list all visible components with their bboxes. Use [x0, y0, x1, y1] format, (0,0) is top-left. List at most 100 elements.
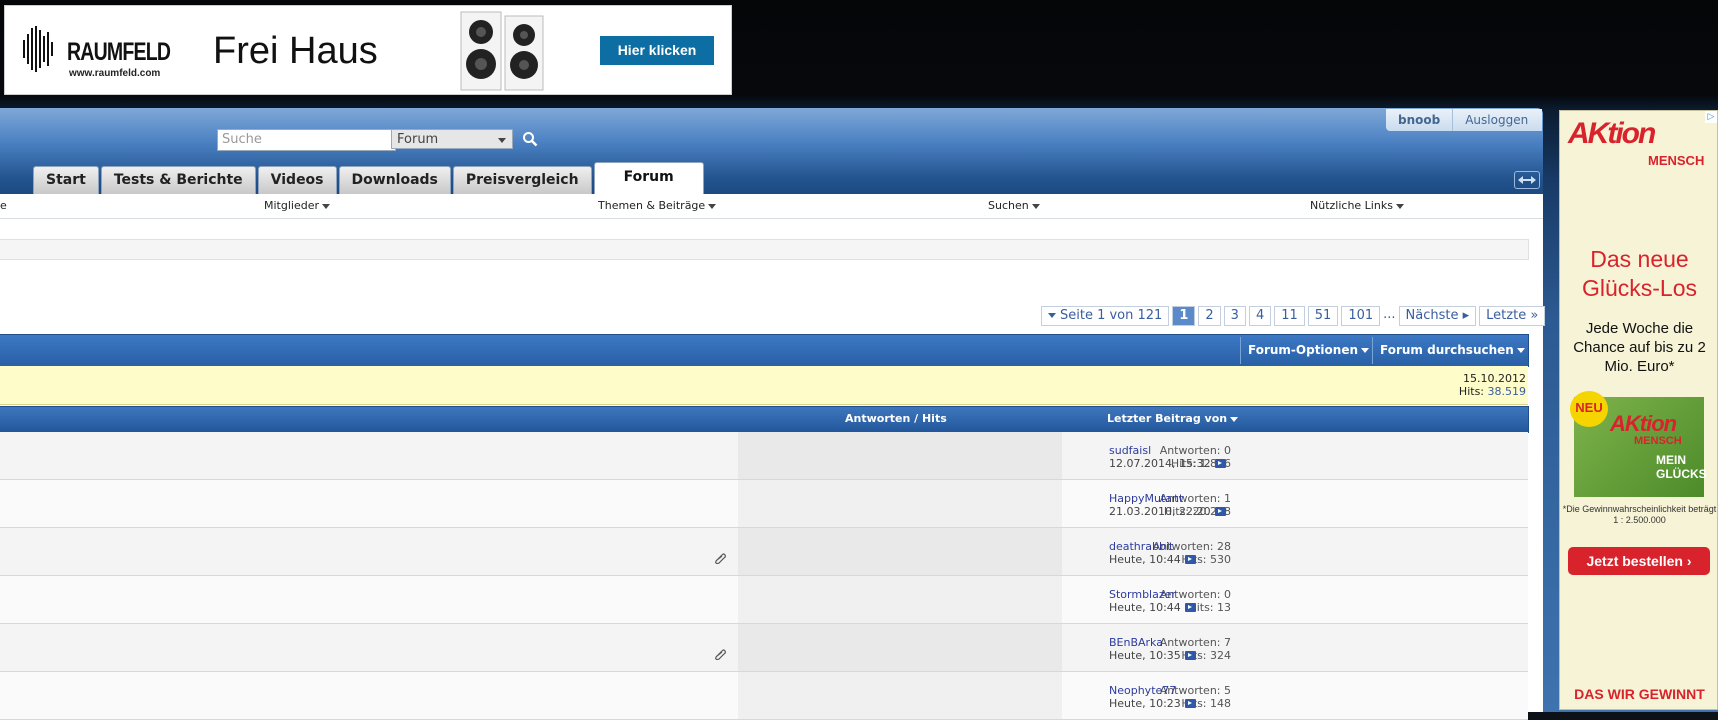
- goto-last-post-icon[interactable]: [1184, 555, 1196, 564]
- raumfeld-logo-icon: [23, 26, 53, 72]
- search-scope-select[interactable]: Forum: [391, 129, 513, 149]
- thread-cell: [0, 528, 738, 575]
- subnav-item-members[interactable]: Mitglieder: [264, 199, 330, 212]
- forum-search-label: Forum durchsuchen: [1380, 343, 1514, 357]
- goto-last-post-icon[interactable]: [1214, 507, 1226, 516]
- tab-downloads[interactable]: Downloads: [338, 166, 451, 194]
- card-logo: AKtion: [1610, 411, 1677, 436]
- page-link[interactable]: 51: [1307, 306, 1339, 326]
- last-post-date-text: Heute, 10:44: [1109, 601, 1181, 614]
- subnav-item-search[interactable]: Suchen: [988, 199, 1040, 212]
- page-link[interactable]: 3: [1223, 306, 1246, 326]
- thread-row[interactable]: [0, 624, 1528, 672]
- expand-width-icon[interactable]: [1514, 171, 1540, 189]
- ad-order-button[interactable]: Jetzt bestellen ›: [1568, 547, 1710, 575]
- thread-cell: [0, 432, 738, 479]
- thread-cell: [738, 624, 1062, 671]
- subnav-item-topics[interactable]: Themen & Beiträge: [598, 199, 717, 212]
- thread-replies: Antworten: 7: [1159, 636, 1231, 649]
- chevron-down-icon: [1230, 416, 1239, 422]
- page-link[interactable]: 11: [1274, 306, 1305, 326]
- ad-choices-icon[interactable]: ▷: [1705, 111, 1717, 123]
- page-jump-dropdown[interactable]: Seite 1 von 121: [1041, 306, 1170, 326]
- goto-last-post-icon[interactable]: [1214, 459, 1226, 468]
- announcement-hits: Hits: 38.519: [1459, 385, 1526, 398]
- page-count-label: Seite 1 von 121: [1060, 308, 1163, 323]
- new-badge: NEU: [1570, 391, 1608, 427]
- thread-row[interactable]: [0, 480, 1528, 528]
- subnav-item-links[interactable]: Nützliche Links: [1310, 199, 1404, 212]
- right-ad-banner[interactable]: ▷ AKtion MENSCH Das neue Glücks-Los Jede…: [1559, 110, 1718, 710]
- goto-last-post-icon[interactable]: [1184, 603, 1196, 612]
- username-link[interactable]: bnoob: [1386, 109, 1454, 131]
- last-post-date: 21.03.2010, 22:20: [1109, 505, 1226, 518]
- search-icon[interactable]: [522, 131, 538, 147]
- thread-row[interactable]: [0, 432, 1528, 480]
- column-replies-hits[interactable]: Antworten / Hits: [845, 412, 947, 425]
- search-input[interactable]: Suche: [217, 129, 396, 151]
- last-post-user-link[interactable]: sudfaisl: [1109, 444, 1151, 457]
- last-post-date-text: 21.03.2010, 22:20: [1109, 505, 1211, 518]
- thread-cell: [0, 576, 738, 623]
- logout-link[interactable]: Ausloggen: [1453, 109, 1540, 131]
- subnav-item-partial[interactable]: e: [0, 199, 7, 212]
- thread-row[interactable]: [0, 576, 1528, 624]
- page-link[interactable]: 4: [1248, 306, 1272, 326]
- banner-headline: Frei Haus: [213, 30, 378, 72]
- subnav-members-label: Mitglieder: [264, 199, 319, 212]
- last-post-user-link[interactable]: Stormblazer: [1109, 588, 1176, 601]
- thread-row[interactable]: [0, 672, 1528, 720]
- thread-list-header: [0, 406, 1529, 433]
- tab-videos[interactable]: Videos: [257, 166, 337, 194]
- attachment-icon: [715, 553, 726, 564]
- notice-bar: [0, 239, 1529, 260]
- last-post-date-text: Heute, 10:44: [1109, 553, 1181, 566]
- attachment-icon: [715, 649, 726, 660]
- tab-forum[interactable]: Forum: [593, 162, 704, 194]
- arrow-right-icon: ▸: [1462, 308, 1470, 323]
- column-last-post[interactable]: Letzter Beitrag von: [1107, 412, 1239, 425]
- chevron-down-icon: [1361, 348, 1370, 353]
- top-ad-banner[interactable]: RAUMFELD www.raumfeld.com Frei Haus Hier…: [4, 5, 732, 95]
- lottery-card-image: NEU AKtion MENSCH MEIN GLÜCKS: [1570, 391, 1707, 497]
- chevron-down-icon: [1516, 348, 1525, 353]
- chevron-down-icon: [322, 203, 330, 209]
- next-page-button[interactable]: Nächste ▸: [1398, 306, 1477, 326]
- thread-cell: [738, 528, 1062, 575]
- tab-preisvergleich[interactable]: Preisvergleich: [452, 166, 592, 194]
- raumfeld-brand: RAUMFELD: [67, 38, 171, 66]
- thread-cell: [0, 480, 738, 527]
- pagination: Seite 1 von 121 1 2 3 4 11 51 101 ... Nä…: [1041, 306, 1546, 326]
- column-last-post-label: Letzter Beitrag von: [1107, 412, 1228, 425]
- page-link[interactable]: 2: [1198, 306, 1221, 326]
- last-post-user-link[interactable]: HappyMutant: [1109, 492, 1183, 505]
- goto-last-post-icon[interactable]: [1184, 699, 1196, 708]
- page-link[interactable]: 101: [1341, 306, 1381, 326]
- goto-last-post-icon[interactable]: [1184, 651, 1196, 660]
- thread-row[interactable]: [0, 528, 1528, 576]
- forum-options-button[interactable]: Forum-Optionen: [1240, 337, 1376, 364]
- thread-replies: Antworten: 0: [1159, 444, 1231, 457]
- forum-search-button[interactable]: Forum durchsuchen: [1372, 337, 1532, 364]
- user-bar: bnoob Ausloggen: [1386, 109, 1542, 131]
- last-post-user-link[interactable]: deathrabbit: [1109, 540, 1173, 553]
- announcement-row[interactable]: [0, 366, 1528, 405]
- page-ellipsis: ...: [1383, 307, 1396, 322]
- thread-cell: [738, 576, 1062, 623]
- last-post-date: 12.07.2014, 15:32: [1109, 457, 1226, 470]
- chevron-right-icon: ›: [1686, 553, 1692, 569]
- announcement-hits-value: 38.519: [1487, 385, 1527, 398]
- last-post-user-link[interactable]: BEnBArka: [1109, 636, 1163, 649]
- thread-cell: [738, 432, 1062, 479]
- next-page-label: Nächste: [1405, 308, 1459, 323]
- announcement-hits-label: Hits:: [1458, 385, 1484, 398]
- chevron-down-icon: [1395, 203, 1404, 209]
- ad-order-label: Jetzt bestellen: [1586, 553, 1683, 569]
- last-page-button[interactable]: Letzte »: [1479, 306, 1546, 326]
- page-link-current[interactable]: 1: [1172, 306, 1196, 326]
- tab-start[interactable]: Start: [33, 166, 99, 194]
- search-scope-value: Forum: [397, 132, 439, 147]
- last-post-user-link[interactable]: Neophyte77: [1109, 684, 1176, 697]
- tab-tests[interactable]: Tests & Berichte: [100, 166, 256, 194]
- banner-cta-button[interactable]: Hier klicken: [600, 36, 714, 65]
